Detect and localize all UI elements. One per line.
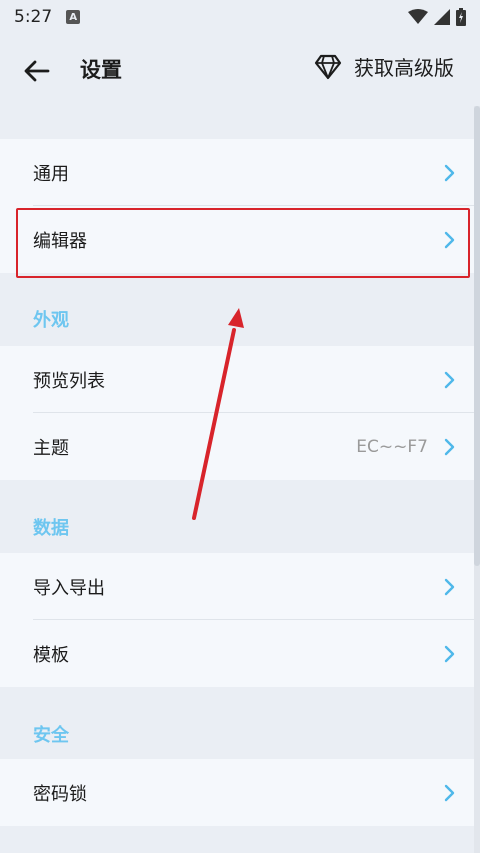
section-header-security: 安全 bbox=[33, 725, 69, 746]
appearance-settings-group: 预览列表 主题 EC~~F7 bbox=[0, 346, 474, 480]
chevron-right-icon bbox=[444, 578, 455, 595]
status-icons bbox=[408, 8, 466, 26]
status-bar: 5:27 A bbox=[0, 0, 480, 34]
scrollbar[interactable] bbox=[474, 106, 480, 853]
settings-item-preview-list[interactable]: 预览列表 bbox=[0, 346, 474, 413]
notification-icon: A bbox=[66, 10, 81, 24]
settings-item-label: 编辑器 bbox=[33, 230, 87, 252]
page-title: 设置 bbox=[80, 58, 122, 82]
arrow-left-icon bbox=[24, 60, 50, 82]
settings-item-label: 导入导出 bbox=[33, 577, 105, 599]
settings-item-label: 预览列表 bbox=[33, 370, 105, 392]
settings-item-label: 通用 bbox=[33, 163, 69, 185]
signal-icon bbox=[434, 9, 450, 25]
chevron-right-icon bbox=[444, 231, 455, 248]
settings-item-theme[interactable]: 主题 EC~~F7 bbox=[0, 413, 474, 480]
battery-icon bbox=[456, 8, 466, 26]
chevron-right-icon bbox=[444, 645, 455, 662]
settings-item-label: 主题 bbox=[33, 437, 69, 459]
diamond-icon bbox=[314, 54, 342, 79]
settings-item-passcode-lock[interactable]: 密码锁 bbox=[0, 759, 474, 826]
section-header-appearance: 外观 bbox=[33, 310, 69, 331]
chevron-right-icon bbox=[444, 438, 455, 455]
settings-item-label: 密码锁 bbox=[33, 783, 87, 805]
settings-item-label: 模板 bbox=[33, 644, 69, 666]
data-settings-group: 导入导出 模板 bbox=[0, 553, 474, 687]
get-premium-label: 获取高级版 bbox=[354, 56, 454, 80]
app-bar: 设置 获取高级版 bbox=[0, 34, 480, 106]
theme-value: EC~~F7 bbox=[356, 436, 428, 457]
general-settings-group: 通用 编辑器 bbox=[0, 139, 474, 273]
chevron-right-icon bbox=[444, 164, 455, 181]
settings-item-editor[interactable]: 编辑器 bbox=[0, 206, 474, 273]
chevron-right-icon bbox=[444, 784, 455, 801]
chevron-right-icon bbox=[444, 371, 455, 388]
security-settings-group: 密码锁 bbox=[0, 759, 474, 826]
section-header-data: 数据 bbox=[33, 518, 69, 539]
wifi-icon bbox=[408, 9, 428, 24]
settings-item-import-export[interactable]: 导入导出 bbox=[0, 553, 474, 620]
scrollbar-thumb[interactable] bbox=[474, 106, 480, 566]
back-button[interactable] bbox=[22, 56, 52, 86]
status-time: 5:27 bbox=[14, 7, 53, 27]
settings-item-templates[interactable]: 模板 bbox=[0, 620, 474, 687]
get-premium-button[interactable]: 获取高级版 bbox=[314, 52, 454, 81]
settings-item-general[interactable]: 通用 bbox=[0, 139, 474, 206]
